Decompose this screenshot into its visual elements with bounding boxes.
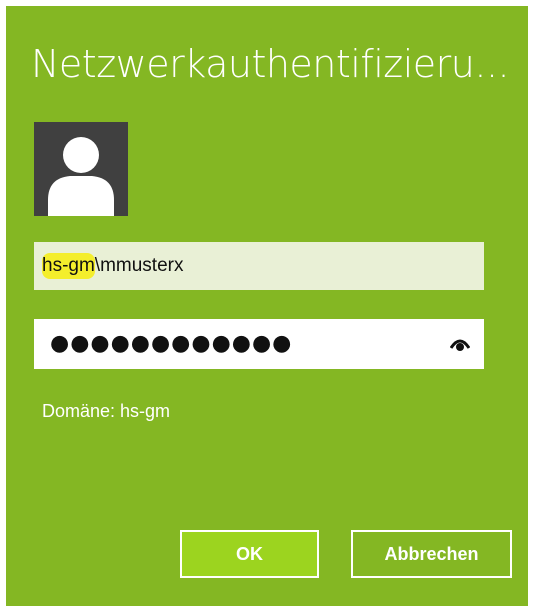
cancel-button[interactable]: Abbrechen (351, 530, 512, 578)
eye-icon[interactable] (449, 335, 471, 353)
ok-button[interactable]: OK (180, 530, 319, 578)
username-account: \mmusterx (94, 255, 184, 276)
user-avatar-icon (34, 122, 128, 216)
username-input[interactable]: hs-gm \mmusterx (34, 242, 484, 290)
domain-label: Domäne: hs-gm (42, 401, 171, 421)
network-auth-dialog: Netzwerkauthentifizieru... hs-gm \mmuster… (6, 6, 528, 606)
password-input[interactable]: ●●●●●●●●●●●● (34, 319, 484, 369)
password-masked-value: ●●●●●●●●●●●● (50, 331, 293, 356)
username-domain-prefix: hs-gm (42, 253, 95, 279)
dialog-title: Netzwerkauthentifizieru... (31, 42, 506, 86)
